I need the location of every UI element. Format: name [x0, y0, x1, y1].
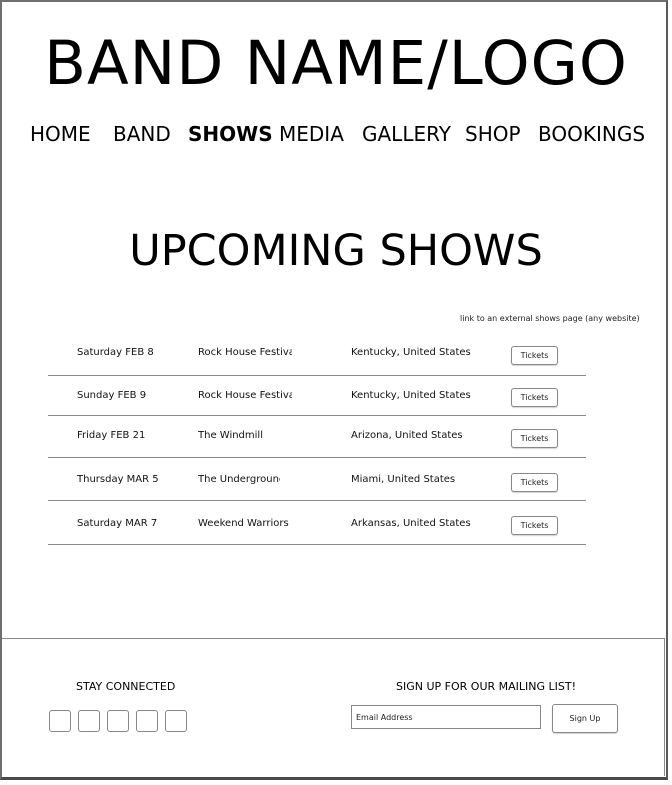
- show-venue: The Undergrounc: [198, 474, 280, 485]
- social-icon[interactable]: [107, 710, 129, 732]
- show-row: Friday FEB 21 The Windmill Arizona, Unit…: [48, 416, 586, 458]
- show-date: Friday FEB 21: [77, 430, 146, 441]
- show-date: Saturday MAR 7: [77, 518, 158, 529]
- nav-shop[interactable]: SHOP: [465, 121, 521, 147]
- show-row: Saturday MAR 7 Weekend Warriors Arkansas…: [48, 501, 586, 545]
- main-nav: HOME BAND SHOWS MEDIA GALLERY SHOP BOOKI…: [0, 121, 672, 147]
- page-title: UPCOMING SHOWS: [129, 226, 543, 276]
- footer: STAY CONNECTED SIGN UP FOR OUR MAILING L…: [2, 638, 665, 776]
- show-date: Thursday MAR 5: [77, 474, 159, 485]
- show-venue: Rock House Festival: [198, 347, 292, 358]
- tickets-button[interactable]: Tickets: [511, 516, 558, 535]
- social-icon[interactable]: [165, 710, 187, 732]
- nav-band[interactable]: BAND: [113, 121, 171, 147]
- tickets-button[interactable]: Tickets: [511, 346, 558, 365]
- band-logo[interactable]: BAND NAME/LOGO: [0, 28, 672, 100]
- stay-connected-label: STAY CONNECTED: [76, 680, 176, 693]
- mailing-list-label: SIGN UP FOR OUR MAILING LIST!: [396, 680, 576, 693]
- nav-home[interactable]: HOME: [30, 121, 91, 147]
- external-shows-link[interactable]: link to an external shows page (any webs…: [460, 314, 640, 323]
- tickets-button[interactable]: Tickets: [511, 388, 558, 407]
- show-location: Kentucky, United States: [351, 390, 471, 401]
- nav-gallery[interactable]: GALLERY: [362, 121, 451, 147]
- social-icon[interactable]: [49, 710, 71, 732]
- show-location: Kentucky, United States: [351, 347, 471, 358]
- social-icon[interactable]: [78, 710, 100, 732]
- show-row: Saturday FEB 8 Rock House Festival Kentu…: [48, 335, 586, 376]
- show-row: Sunday FEB 9 Rock House Festival Kentuck…: [48, 375, 586, 416]
- show-location: Arkansas, United States: [351, 518, 471, 529]
- show-venue: Weekend Warriors: [198, 518, 289, 529]
- email-field[interactable]: [351, 705, 541, 729]
- show-location: Miami, United States: [351, 474, 456, 485]
- nav-media[interactable]: MEDIA: [279, 121, 344, 147]
- show-row: Thursday MAR 5 The Undergrounc Miami, Un…: [48, 458, 586, 501]
- show-date: Sunday FEB 9: [77, 390, 147, 401]
- tickets-button[interactable]: Tickets: [511, 429, 558, 448]
- social-icon[interactable]: [136, 710, 158, 732]
- show-venue: Rock House Festival: [198, 390, 292, 401]
- sign-up-button[interactable]: Sign Up: [552, 704, 618, 733]
- nav-bookings[interactable]: BOOKINGS: [538, 121, 645, 147]
- show-date: Saturday FEB 8: [77, 347, 154, 358]
- nav-shows[interactable]: SHOWS: [188, 121, 273, 147]
- tickets-button[interactable]: Tickets: [511, 473, 558, 492]
- show-venue: The Windmill: [198, 430, 263, 441]
- show-location: Arizona, United States: [351, 430, 463, 441]
